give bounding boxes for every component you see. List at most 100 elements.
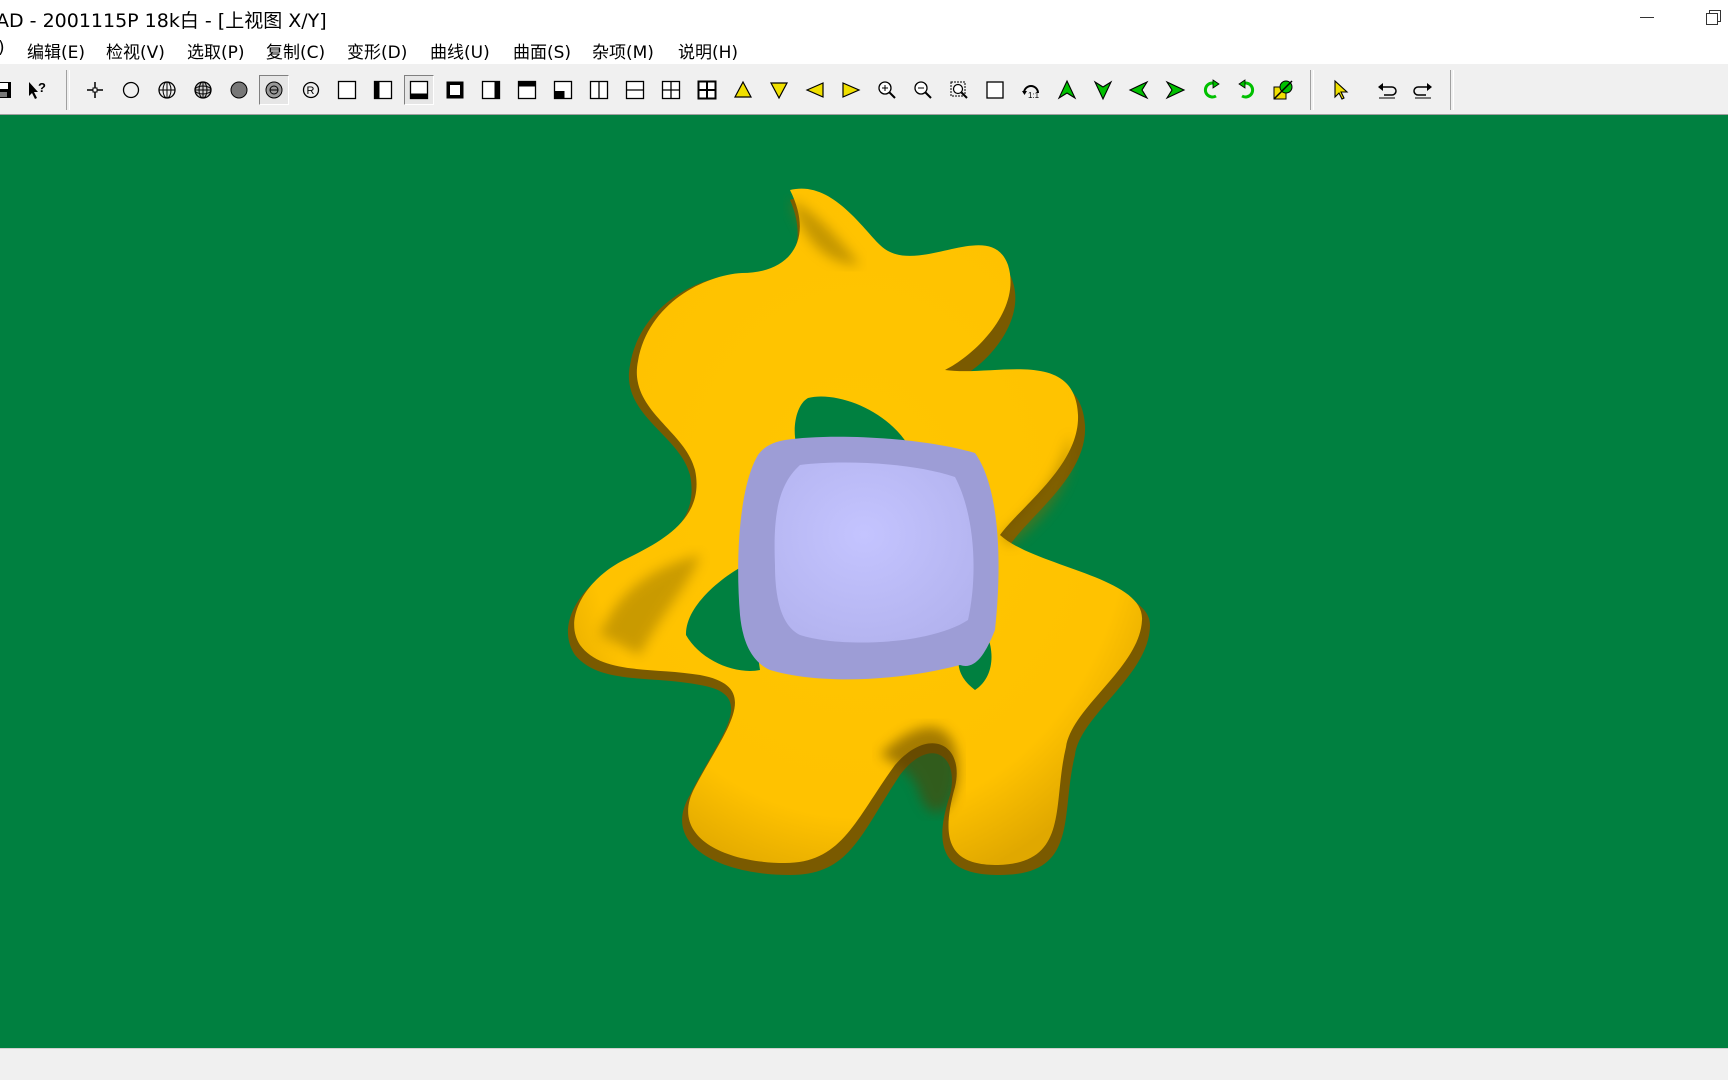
- save-icon: [0, 82, 11, 98]
- view-frame-button[interactable]: [440, 75, 470, 105]
- pan-up-button[interactable]: [728, 75, 758, 105]
- view-bottom-button[interactable]: [404, 75, 434, 105]
- sphere-wire-button[interactable]: [152, 75, 182, 105]
- view-right-icon: [481, 80, 501, 100]
- zoom-all-button[interactable]: [980, 75, 1010, 105]
- menu-misc[interactable]: 杂项(M): [592, 38, 654, 63]
- view-split-vertical-button[interactable]: [584, 75, 614, 105]
- view-single-button[interactable]: [332, 75, 362, 105]
- view-bottom-left-icon: [553, 80, 573, 100]
- view-quad-button[interactable]: [656, 75, 686, 105]
- rotate-left-icon: [1128, 80, 1149, 100]
- undo-button[interactable]: [1372, 75, 1402, 105]
- pan-down-icon: [770, 82, 788, 100]
- restore-button[interactable]: [1690, 0, 1728, 34]
- redo-button[interactable]: [1408, 75, 1438, 105]
- menu-edit[interactable]: 编辑(E): [27, 38, 85, 63]
- view-top-button[interactable]: [512, 75, 542, 105]
- zoom-in-button[interactable]: [872, 75, 902, 105]
- pan-right-icon: [842, 82, 861, 98]
- restore-icon: [1706, 10, 1721, 25]
- sphere-grid-button[interactable]: [188, 75, 218, 105]
- zoom-in-icon: [878, 81, 896, 99]
- menu-surface[interactable]: 曲面(S): [513, 38, 571, 63]
- menu-select[interactable]: 选取(P): [187, 38, 245, 63]
- help-cursor-icon: ?: [29, 80, 46, 99]
- title-bar: AD - 2001115P 18k白 - [上视图 X/Y]: [0, 0, 1728, 35]
- pan-down-button[interactable]: [764, 75, 794, 105]
- pan-up-icon: [734, 80, 752, 98]
- shaded-sphere-icon: [230, 81, 248, 99]
- view-split-horizontal-button[interactable]: [620, 75, 650, 105]
- view-quad-bold-button[interactable]: [692, 75, 722, 105]
- circle-icon: [122, 81, 140, 99]
- select-arrow-button[interactable]: [1326, 75, 1356, 105]
- menu-help[interactable]: 说明(H): [678, 38, 738, 63]
- pan-right-button[interactable]: [836, 75, 866, 105]
- rotate-up-icon: [1057, 79, 1077, 100]
- zoom-previous-icon: 1:1: [1022, 85, 1040, 100]
- zoom-all-icon: [986, 81, 1004, 99]
- refresh-sphere-icon: R: [302, 81, 320, 99]
- view-quad-icon: [661, 80, 681, 100]
- pan-left-button[interactable]: [800, 75, 830, 105]
- render-view-button[interactable]: [1268, 75, 1298, 105]
- point-button[interactable]: [80, 75, 110, 105]
- render-view-icon: [1273, 80, 1293, 100]
- svg-text:?: ?: [38, 80, 46, 95]
- menu-view[interactable]: 检视(V): [106, 38, 165, 63]
- window-title: AD - 2001115P 18k白 - [上视图 X/Y]: [0, 10, 327, 32]
- zoom-out-icon: [914, 81, 932, 99]
- rotate-cw-button[interactable]: [1232, 75, 1262, 105]
- rotate-ccw-icon: [1203, 79, 1220, 99]
- point-icon: [87, 82, 103, 98]
- view-split-horizontal-icon: [625, 80, 645, 100]
- rotate-right-button[interactable]: [1160, 75, 1190, 105]
- rendered-sphere-icon: [265, 81, 283, 99]
- rotate-down-button[interactable]: [1088, 75, 1118, 105]
- view-bottom-icon: [409, 80, 429, 100]
- view-single-icon: [337, 80, 357, 100]
- rotate-down-icon: [1093, 80, 1113, 101]
- view-bottom-left-button[interactable]: [548, 75, 578, 105]
- shaded-sphere-button[interactable]: [224, 75, 254, 105]
- menu-copy[interactable]: 复制(C): [266, 38, 325, 63]
- undo-icon: [1378, 83, 1397, 99]
- rotate-up-button[interactable]: [1052, 75, 1082, 105]
- pan-left-icon: [805, 82, 824, 98]
- svg-text:1:1: 1:1: [1028, 91, 1040, 100]
- zoom-out-button[interactable]: [908, 75, 938, 105]
- zoom-previous-button[interactable]: 1:1: [1016, 75, 1046, 105]
- app-window: AD - 2001115P 18k白 - [上视图 X/Y] ) 编辑(E) 检…: [0, 0, 1728, 1080]
- view-top-icon: [517, 80, 537, 100]
- menu-file-partial[interactable]: ): [0, 38, 5, 58]
- view-right-button[interactable]: [476, 75, 506, 105]
- 3d-viewport[interactable]: [0, 115, 1728, 1048]
- refresh-sphere-button[interactable]: R: [296, 75, 326, 105]
- rendered-sphere-button[interactable]: [259, 75, 289, 105]
- view-split-vertical-icon: [589, 80, 609, 100]
- svg-text:R: R: [307, 85, 315, 97]
- view-frame-icon: [446, 81, 464, 99]
- jewelry-render: [567, 188, 1150, 876]
- sphere-grid-icon: [194, 81, 212, 99]
- rotate-cw-icon: [1238, 79, 1255, 99]
- gem-inner: [774, 462, 974, 643]
- menu-curve[interactable]: 曲线(U): [430, 38, 490, 63]
- save-button[interactable]: [0, 75, 18, 105]
- circle-button[interactable]: [116, 75, 146, 105]
- status-bar: [0, 1048, 1728, 1080]
- rotate-right-icon: [1165, 80, 1186, 100]
- menu-transform[interactable]: 变形(D): [347, 38, 407, 63]
- rotate-left-button[interactable]: [1124, 75, 1154, 105]
- zoom-window-button[interactable]: [944, 75, 974, 105]
- context-help-button[interactable]: ?: [22, 75, 52, 105]
- minimize-icon: [1640, 17, 1654, 18]
- sphere-wire-icon: [158, 81, 176, 99]
- rotate-ccw-button[interactable]: [1196, 75, 1226, 105]
- redo-icon: [1413, 83, 1432, 99]
- minimize-button[interactable]: [1624, 0, 1670, 34]
- menu-bar: ) 编辑(E) 检视(V) 选取(P) 复制(C) 变形(D) 曲线(U) 曲面…: [0, 34, 1728, 64]
- zoom-window-icon: [950, 81, 968, 99]
- view-left-button[interactable]: [368, 75, 398, 105]
